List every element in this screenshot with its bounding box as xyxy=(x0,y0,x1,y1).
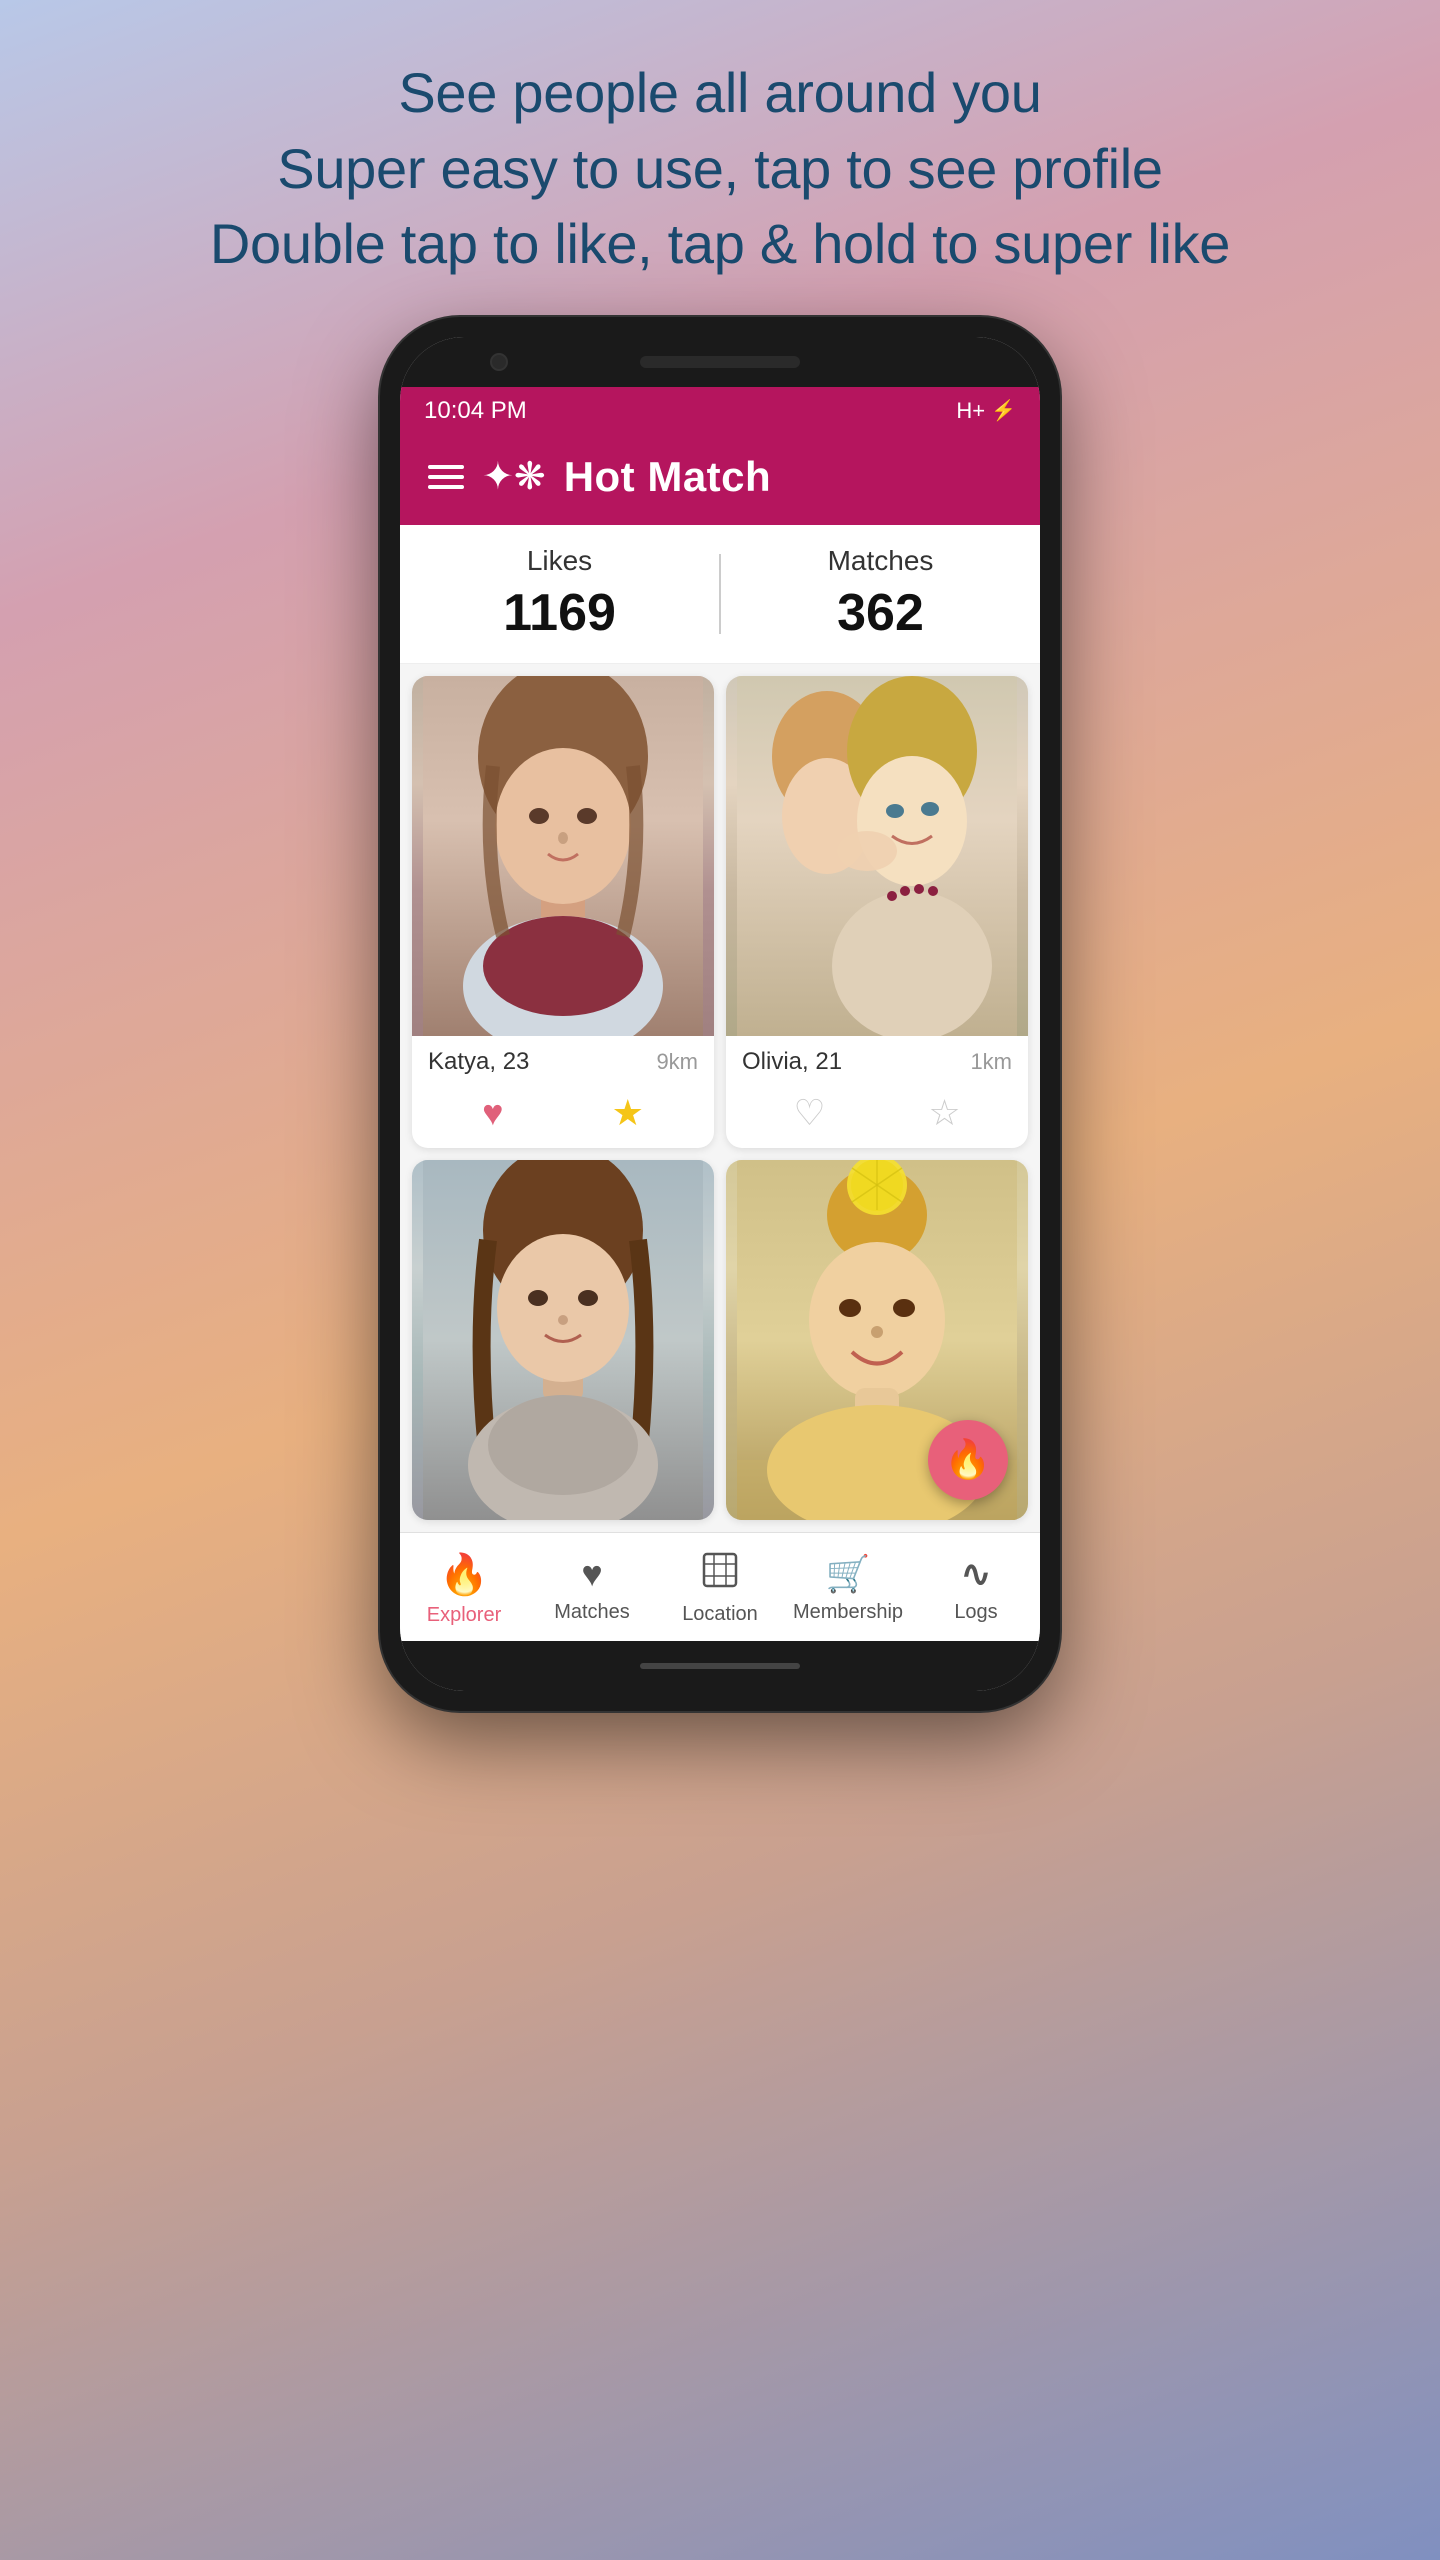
likes-value: 1169 xyxy=(400,583,719,643)
matches-stat: Matches 362 xyxy=(721,545,1040,643)
profile-card-katya[interactable]: Katya, 23 9km ♥ ★ xyxy=(412,676,714,1148)
olivia-distance: 1km xyxy=(970,1049,1012,1075)
profile-card-girl4[interactable]: 🔥 xyxy=(726,1160,1028,1520)
photo-olivia xyxy=(726,676,1028,1036)
status-right: H+ ⚡ xyxy=(956,398,1016,424)
tagline-block: See people all around you Super easy to … xyxy=(130,0,1310,317)
app-header: ✦❋ Hot Match xyxy=(400,435,1040,525)
phone-device: 10:04 PM H+ ⚡ ✦❋ Hot Match Likes xyxy=(380,317,1060,1711)
menu-button[interactable] xyxy=(428,465,464,489)
logs-label: Logs xyxy=(954,1601,997,1624)
membership-label: Membership xyxy=(793,1601,903,1624)
olivia-actions: ♡ ☆ xyxy=(726,1084,1028,1148)
stats-bar: Likes 1169 Matches 362 xyxy=(400,525,1040,664)
katya-info: Katya, 23 9km xyxy=(412,1036,714,1084)
app-logo-icon: ✦❋ xyxy=(482,454,546,499)
phone-bottom-hardware xyxy=(400,1641,1040,1691)
matches-label: Matches xyxy=(721,545,1040,577)
nav-matches[interactable]: ♥ Matches xyxy=(528,1533,656,1641)
fab-icon: 🔥 xyxy=(944,1438,991,1482)
olivia-photo-svg xyxy=(726,676,1028,1036)
location-icon xyxy=(702,1552,738,1597)
home-indicator xyxy=(640,1663,800,1669)
olivia-name: Olivia, 21 xyxy=(742,1048,842,1076)
photo-katya xyxy=(412,676,714,1036)
matches-label: Matches xyxy=(554,1601,630,1624)
photo-girl3 xyxy=(412,1160,714,1520)
katya-heart-icon[interactable]: ♥ xyxy=(482,1092,503,1134)
logs-icon: ∿ xyxy=(961,1554,991,1595)
status-bar: 10:04 PM H+ ⚡ xyxy=(400,387,1040,435)
olivia-star-icon[interactable]: ☆ xyxy=(928,1092,960,1134)
phone-top-hardware xyxy=(400,337,1040,387)
katya-star-icon[interactable]: ★ xyxy=(612,1092,644,1134)
camera xyxy=(490,353,508,371)
location-label: Location xyxy=(682,1603,758,1626)
katya-actions: ♥ ★ xyxy=(412,1084,714,1148)
phone-outer: 10:04 PM H+ ⚡ ✦❋ Hot Match Likes xyxy=(380,317,1060,1711)
olivia-info: Olivia, 21 1km xyxy=(726,1036,1028,1084)
membership-icon: 🛒 xyxy=(826,1553,871,1595)
bottom-nav: 🔥 Explorer ♥ Matches xyxy=(400,1532,1040,1641)
tagline-line3: Double tap to like, tap & hold to super … xyxy=(210,206,1230,282)
profiles-grid: Katya, 23 9km ♥ ★ xyxy=(400,664,1040,1532)
nav-explorer[interactable]: 🔥 Explorer xyxy=(400,1533,528,1641)
explorer-label: Explorer xyxy=(427,1604,501,1627)
explorer-icon: 🔥 xyxy=(439,1551,489,1598)
tagline-line2: Super easy to use, tap to see profile xyxy=(210,131,1230,207)
olivia-heart-icon[interactable]: ♡ xyxy=(793,1092,825,1134)
profile-card-girl3[interactable] xyxy=(412,1160,714,1520)
nav-logs[interactable]: ∿ Logs xyxy=(912,1533,1040,1641)
battery-bolt: ⚡ xyxy=(991,398,1016,423)
status-time: 10:04 PM xyxy=(424,397,527,425)
profile-card-olivia[interactable]: Olivia, 21 1km ♡ ☆ xyxy=(726,676,1028,1148)
girl3-photo-svg xyxy=(412,1160,714,1520)
katya-photo-svg xyxy=(412,676,714,1036)
nav-membership[interactable]: 🛒 Membership xyxy=(784,1533,912,1641)
app-title: Hot Match xyxy=(564,453,772,501)
speaker xyxy=(640,356,800,368)
fab-button[interactable]: 🔥 xyxy=(928,1420,1008,1500)
phone-screen: 10:04 PM H+ ⚡ ✦❋ Hot Match Likes xyxy=(400,337,1040,1691)
katya-distance: 9km xyxy=(656,1049,698,1075)
likes-stat: Likes 1169 xyxy=(400,545,719,643)
tagline-line1: See people all around you xyxy=(210,55,1230,131)
likes-label: Likes xyxy=(400,545,719,577)
signal-type: H+ xyxy=(956,398,985,424)
matches-value: 362 xyxy=(721,583,1040,643)
matches-icon: ♥ xyxy=(581,1553,602,1595)
katya-name: Katya, 23 xyxy=(428,1048,529,1076)
nav-location[interactable]: Location xyxy=(656,1533,784,1641)
